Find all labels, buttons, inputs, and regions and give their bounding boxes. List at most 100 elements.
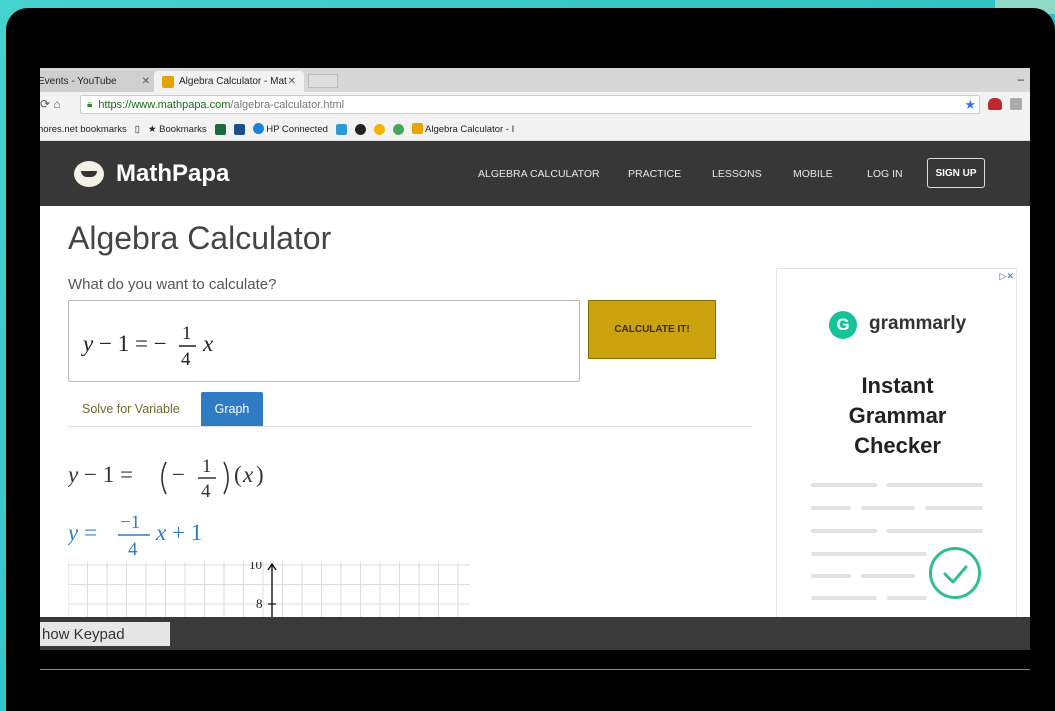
svg-text:1: 1 bbox=[182, 323, 192, 344]
extension-icon[interactable] bbox=[988, 98, 1002, 110]
mathpapa-logo-icon[interactable] bbox=[74, 161, 104, 187]
ad-brand: grammarly bbox=[869, 313, 967, 334]
home-icon[interactable]: ⌂ bbox=[53, 97, 60, 111]
bookmark-icon[interactable] bbox=[214, 123, 226, 135]
site-brand[interactable]: MathPapa bbox=[116, 160, 229, 188]
svg-text:y: y bbox=[68, 520, 79, 545]
ad-headline: Instant Grammar Checker bbox=[777, 371, 1018, 461]
ad-text-line bbox=[887, 596, 927, 600]
tab-strip: Events - YouTube ✕ Algebra Calculator - … bbox=[40, 68, 1030, 92]
page-icon[interactable]: ▯ bbox=[135, 124, 140, 135]
site-header: MathPapa ALGEBRA CALCULATOR PRACTICE LES… bbox=[40, 141, 1030, 206]
svg-text:+ 1: + 1 bbox=[172, 520, 202, 545]
svg-text:x: x bbox=[202, 331, 214, 356]
bookmark-icon[interactable] bbox=[354, 123, 366, 135]
step-2-math: y = −1 4 x + 1 bbox=[66, 512, 202, 560]
grammarly-logo-icon: G bbox=[829, 311, 857, 339]
tab-solve-for-variable[interactable]: Solve for Variable bbox=[82, 402, 180, 416]
signup-button[interactable]: SIGN UP bbox=[927, 158, 985, 188]
bottom-divider bbox=[40, 669, 1030, 670]
ad-text-line bbox=[811, 574, 851, 578]
svg-text:y: y bbox=[68, 462, 79, 487]
tab-label: Algebra Calculator - Mat bbox=[179, 76, 287, 87]
bookmark-algebra[interactable]: Algebra Calculator - I bbox=[411, 123, 514, 135]
tab-label: Events - YouTube bbox=[40, 76, 117, 87]
show-keypad-button[interactable]: how Keypad bbox=[40, 622, 170, 646]
grammarly-ad[interactable]: ▷✕ G grammarly Instant Grammar Checker bbox=[776, 268, 1017, 650]
svg-text:4: 4 bbox=[128, 539, 138, 560]
nav-login[interactable]: LOG IN bbox=[867, 168, 903, 180]
svg-text:− 1 = −: − 1 = − bbox=[99, 331, 167, 356]
ad-headline-line: Checker bbox=[854, 433, 941, 458]
close-tab-icon[interactable]: ✕ bbox=[142, 76, 150, 87]
minimize-icon[interactable]: – bbox=[1017, 72, 1024, 86]
bookmark-item[interactable]: hores.net bookmarks bbox=[40, 124, 127, 135]
bookmark-hp[interactable]: HP Connected bbox=[252, 123, 328, 135]
bookmark-icon[interactable] bbox=[233, 123, 245, 135]
page-title: Algebra Calculator bbox=[68, 220, 332, 256]
question-label: What do you want to calculate? bbox=[68, 276, 277, 293]
step-1-math: y − 1 = − 1 4 ( x ) bbox=[66, 456, 264, 502]
url-host: https://www.mathpapa.com bbox=[98, 98, 231, 111]
svg-text:=: = bbox=[84, 520, 97, 545]
bookmarks-folder[interactable]: ★ Bookmarks bbox=[148, 124, 207, 135]
ad-text-line bbox=[861, 506, 915, 510]
bookmarks-bar: hores.net bookmarks ▯ ★ Bookmarks HP Con… bbox=[40, 118, 1030, 141]
tab-youtube[interactable]: Events - YouTube ✕ bbox=[40, 71, 158, 92]
svg-text:x: x bbox=[155, 520, 167, 545]
tick-label-10: 10 bbox=[249, 562, 262, 572]
nav-practice[interactable]: PRACTICE bbox=[628, 168, 681, 180]
tick-label-8: 8 bbox=[256, 596, 263, 611]
ad-choices-icon[interactable]: ▷✕ bbox=[1000, 271, 1014, 282]
nav-algebra-calculator[interactable]: ALGEBRA CALCULATOR bbox=[478, 168, 600, 180]
ad-text-line bbox=[887, 529, 983, 533]
hp-icon bbox=[252, 123, 264, 134]
calculate-button[interactable]: CALCULATE IT! bbox=[588, 300, 716, 359]
new-tab-button[interactable] bbox=[308, 74, 338, 88]
browser-screen: Events - YouTube ✕ Algebra Calculator - … bbox=[40, 68, 1030, 650]
check-circle-icon bbox=[929, 547, 981, 599]
svg-text:(: ( bbox=[234, 462, 242, 487]
reload-icon[interactable]: ⟳ bbox=[40, 97, 50, 111]
mathpapa-favicon-icon bbox=[162, 75, 174, 88]
url-path: /algebra-calculator.html bbox=[230, 98, 345, 111]
bookmark-label: Bookmarks bbox=[159, 123, 207, 135]
ad-text-line bbox=[925, 506, 983, 510]
expression-input[interactable]: y − 1 = −(1/4)x y − 1 = − 1 4 x bbox=[68, 300, 580, 382]
ad-text-line bbox=[811, 552, 927, 556]
lock-icon: 🔒︎ bbox=[87, 99, 93, 110]
svg-text:4: 4 bbox=[201, 481, 211, 500]
url-input[interactable]: 🔒︎ https://www.mathpapa.com /algebra-cal… bbox=[80, 95, 980, 114]
svg-text:x: x bbox=[242, 462, 254, 487]
tab-divider bbox=[68, 426, 752, 427]
nav-icons: ⟳ ⌂ bbox=[40, 97, 61, 111]
bookmark-label: HP Connected bbox=[266, 124, 328, 135]
svg-text:): ) bbox=[256, 462, 264, 487]
mathpapa-favicon-icon bbox=[411, 123, 423, 134]
ad-text-line bbox=[811, 506, 851, 510]
bookmark-star-icon[interactable]: ★ bbox=[964, 97, 976, 113]
svg-text:y: y bbox=[81, 331, 94, 356]
ad-headline-line: Grammar bbox=[848, 403, 947, 428]
svg-text:−1: −1 bbox=[120, 512, 140, 533]
svg-text:4: 4 bbox=[181, 349, 191, 370]
solution-step-1: y − 1 = (−1/4)(x) y − 1 = − 1 4 ( x ) bbox=[66, 448, 328, 507]
nav-lessons[interactable]: LESSONS bbox=[712, 168, 762, 180]
tab-algebra-calculator[interactable]: Algebra Calculator - Mat ✕ bbox=[154, 71, 304, 92]
bookmark-icon[interactable] bbox=[373, 123, 385, 135]
ad-text-line bbox=[811, 596, 877, 600]
svg-text:− 1 =: − 1 = bbox=[84, 462, 133, 487]
bookmark-icon[interactable] bbox=[392, 123, 404, 135]
ad-text-line bbox=[887, 483, 983, 487]
ad-headline-line: Instant bbox=[861, 373, 934, 398]
ad-text-line bbox=[861, 574, 915, 578]
bookmark-icon[interactable] bbox=[335, 123, 347, 135]
keypad-bar: how Keypad bbox=[40, 617, 1030, 650]
input-math-display: y − 1 = − 1 4 x bbox=[81, 323, 214, 370]
tab-graph[interactable]: Graph bbox=[201, 392, 263, 426]
ad-text-line bbox=[811, 483, 877, 487]
extension-icon[interactable] bbox=[1010, 98, 1022, 110]
close-tab-icon[interactable]: ✕ bbox=[288, 76, 296, 87]
ad-text-line bbox=[811, 529, 877, 533]
nav-mobile[interactable]: MOBILE bbox=[793, 168, 833, 180]
